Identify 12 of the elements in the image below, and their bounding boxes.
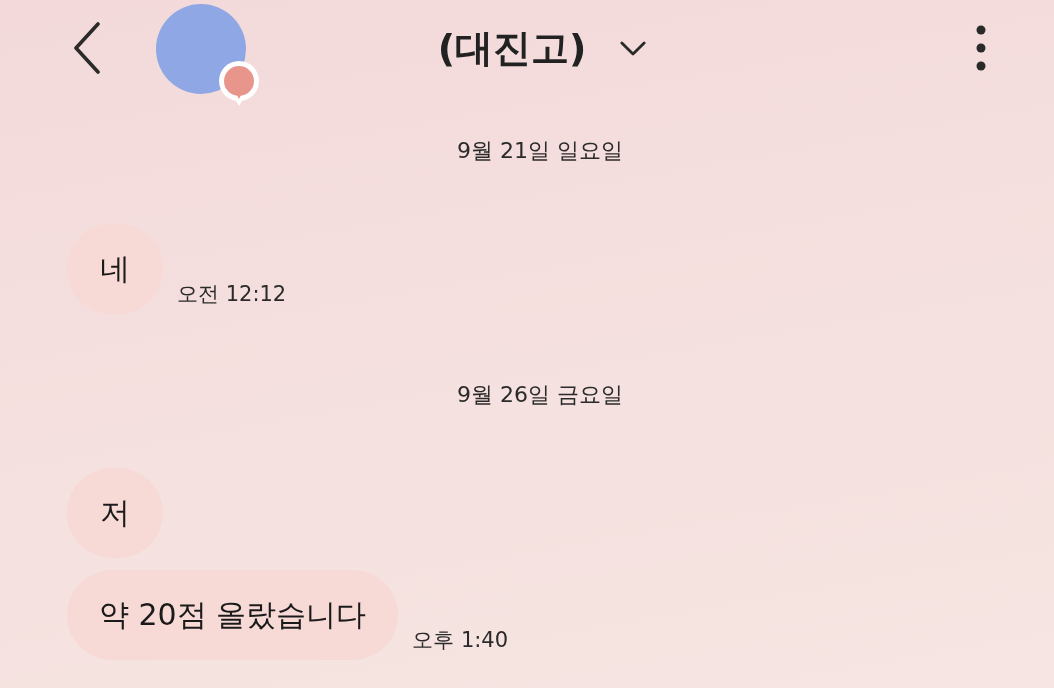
back-chevron-icon: [73, 22, 101, 74]
date-separator: 9월 21일 일요일: [457, 137, 623, 165]
message-bubble[interactable]: 약 20점 올랐습니다: [67, 570, 399, 660]
message-time: 오후 1:40: [412, 627, 509, 654]
chat-bubble-icon: [217, 60, 261, 108]
more-options-icon[interactable]: [976, 25, 986, 71]
chat-title: (대진고): [437, 24, 587, 72]
chevron-down-icon[interactable]: [620, 40, 647, 56]
message-time: 오전 12:12: [177, 281, 287, 308]
message-bubble[interactable]: 네: [67, 224, 163, 314]
date-separator: 9월 26일 금요일: [457, 381, 623, 409]
message-bubble[interactable]: 저: [67, 468, 163, 558]
